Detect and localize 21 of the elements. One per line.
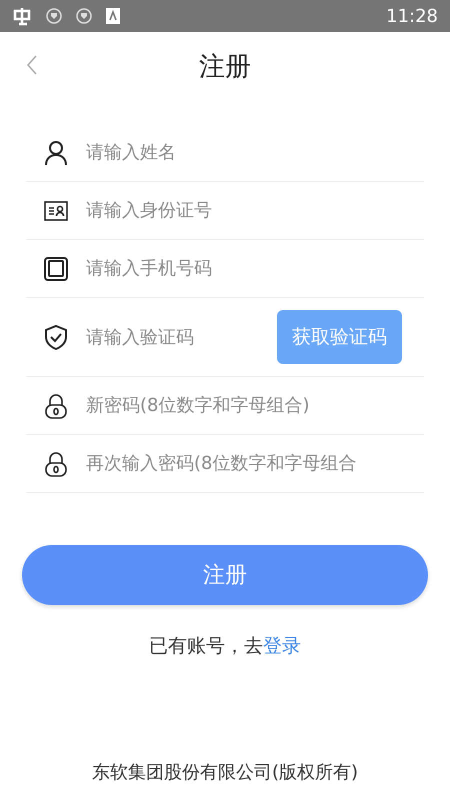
input-field[interactable]: 再次输入密码(8位数字和字母组合: [86, 447, 424, 480]
person-icon: [44, 140, 68, 166]
shield-check-icon: [44, 324, 68, 350]
register-button[interactable]: 注册: [22, 545, 428, 605]
input-field[interactable]: 请输入姓名: [86, 136, 424, 169]
input-field[interactable]: 新密码(8位数字和字母组合): [86, 389, 424, 422]
input-field[interactable]: 请输入身份证号: [86, 194, 424, 227]
input-field[interactable]: 请输入验证码: [86, 320, 259, 354]
shield-icon: [76, 8, 92, 24]
lock-icon: [44, 450, 68, 476]
app-icon: [106, 8, 120, 24]
input-field[interactable]: 请输入手机号码: [86, 252, 424, 285]
copyright-text: 东软集团股份有限公司(版权所有): [92, 761, 358, 784]
tablet-icon: [44, 256, 68, 282]
login-prompt: 已有账号，去: [149, 634, 263, 659]
shield-icon: [46, 8, 62, 24]
lock-icon: [44, 392, 68, 418]
get-code-button[interactable]: 获取验证码: [277, 310, 402, 364]
clock-time: 11:28: [386, 6, 438, 26]
login-link[interactable]: 登录: [263, 633, 301, 659]
page-title: 注册: [199, 50, 251, 84]
